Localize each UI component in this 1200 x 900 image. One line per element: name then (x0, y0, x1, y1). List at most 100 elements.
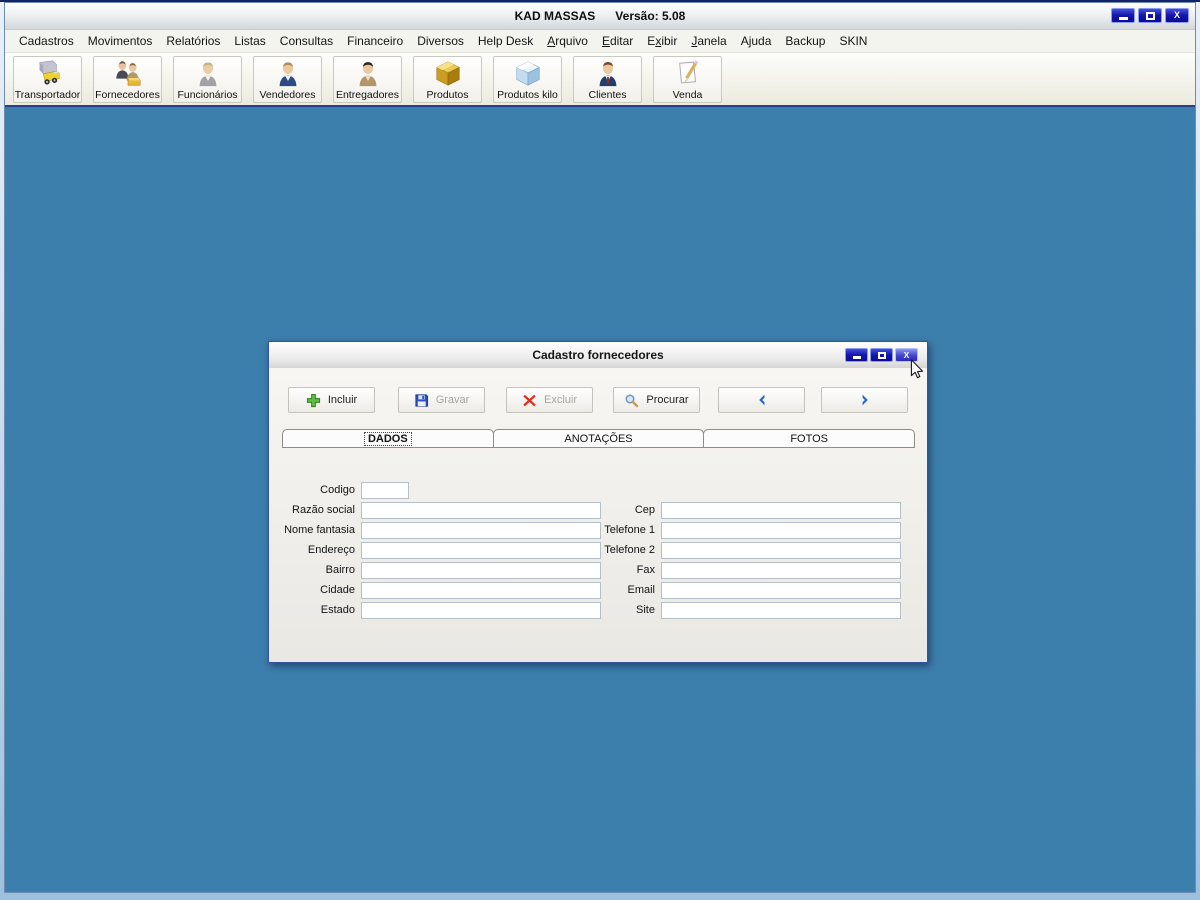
product-box-icon (433, 58, 463, 89)
next-button[interactable] (821, 387, 908, 413)
toolbar-button-produtos[interactable]: Produtos (413, 55, 482, 103)
mdi-area: Cadastro fornecedores X Incluir Gravar Exc… (5, 107, 1195, 892)
toolbar-button-funcionarios[interactable]: Funcionários (173, 55, 242, 103)
toolbar: Transportador Fornecedores Funcionários Ven… (5, 53, 1195, 105)
input-telefone-2[interactable] (661, 542, 901, 559)
menu-item-skin[interactable]: SKIN (832, 31, 874, 51)
window-frame: KAD MASSAS Versão: 5.08 X Cadastros Movim… (0, 2, 1200, 900)
dialog-body: Incluir Gravar Excluir Procurar DADOS ANOTAÇÕ… (269, 368, 927, 662)
tab-anotacoes[interactable]: ANOTAÇÕES (492, 429, 705, 448)
menu-item-movimentos[interactable]: Movimentos (81, 31, 160, 51)
tab-dados[interactable]: DADOS (282, 429, 494, 448)
minimize-button[interactable] (1111, 8, 1135, 23)
incluir-button[interactable]: Incluir (288, 387, 375, 413)
input-codigo[interactable] (361, 482, 409, 499)
input-bairro[interactable] (361, 562, 601, 579)
suppliers-icon (113, 58, 143, 89)
courier-icon (353, 58, 383, 89)
toolbar-button-vendedores[interactable]: Vendedores (253, 55, 322, 103)
toolbar-button-transportador[interactable]: Transportador (13, 55, 82, 103)
tab-label: ANOTAÇÕES (564, 432, 633, 445)
toolbar-button-label: Funcionários (177, 88, 238, 101)
input-endereco[interactable] (361, 542, 601, 559)
toolbar-button-clientes[interactable]: Clientes (573, 55, 642, 103)
chevron-right-icon (858, 393, 872, 407)
menu-item-janela[interactable]: Janela (684, 31, 733, 51)
input-cep[interactable] (661, 502, 901, 519)
delete-x-icon (522, 393, 537, 408)
minimize-icon (1118, 17, 1128, 20)
app-window: KAD MASSAS Versão: 5.08 X Cadastros Movim… (4, 2, 1196, 893)
menu-item-listas[interactable]: Listas (227, 31, 272, 51)
field-label-razao-social: Razão social (292, 504, 355, 516)
menu-item-financeiro[interactable]: Financeiro (340, 31, 410, 51)
toolbar-button-label: Produtos kilo (497, 88, 558, 101)
toolbar-button-label: Produtos (426, 88, 469, 101)
input-fax[interactable] (661, 562, 901, 579)
dialog-window-controls: X (845, 348, 918, 362)
menu-item-exibir[interactable]: Exibir (640, 31, 684, 51)
dialog-maximize-button[interactable] (870, 348, 893, 362)
maximize-icon (1145, 11, 1155, 20)
close-icon: X (903, 349, 910, 360)
previous-button[interactable] (718, 387, 805, 413)
menu-item-help-desk[interactable]: Help Desk (471, 31, 540, 51)
toolbar-button-fornecedores[interactable]: Fornecedores (93, 55, 162, 103)
menu-item-arquivo[interactable]: Arquivo (540, 31, 595, 51)
close-button[interactable]: X (1165, 8, 1189, 23)
field-label-fax: Fax (636, 564, 655, 576)
toolbar-button-label: Fornecedores (95, 88, 160, 101)
procurar-button-label: Procurar (646, 394, 689, 406)
menu-item-diversos[interactable]: Diversos (410, 31, 471, 51)
input-cidade[interactable] (361, 582, 601, 599)
tab-label: FOTOS (790, 432, 829, 445)
tab-label: DADOS (363, 431, 412, 446)
product-kilo-box-icon (513, 58, 543, 89)
menu-item-ajuda[interactable]: Ajuda (734, 31, 779, 51)
incluir-button-label: Incluir (327, 394, 358, 406)
salesperson-icon (273, 58, 303, 89)
field-label-endereco: Endereço (307, 544, 355, 556)
toolbar-button-label: Entregadores (335, 88, 400, 101)
input-nome-fantasia[interactable] (361, 522, 601, 539)
app-title: KAD MASSAS Versão: 5.08 (515, 9, 686, 23)
dialog-close-button[interactable]: X (895, 348, 918, 362)
menu-item-cadastros[interactable]: Cadastros (12, 31, 81, 51)
toolbar-button-label: Transportador (14, 88, 81, 101)
tab-bar: DADOS ANOTAÇÕES FOTOS (282, 429, 916, 448)
dialog-cadastro-fornecedores: Cadastro fornecedores X Incluir Gravar Exc… (268, 341, 928, 663)
client-icon (593, 58, 623, 89)
maximize-icon (877, 351, 886, 359)
menu-item-relatorios[interactable]: Relatórios (159, 31, 227, 51)
excluir-button-label: Excluir (543, 394, 577, 406)
toolbar-button-produtos-kilo[interactable]: Produtos kilo (493, 55, 562, 103)
tab-fotos[interactable]: FOTOS (703, 429, 916, 448)
field-label-site: Site (636, 604, 655, 616)
field-label-telefone-1: Telefone 1 (604, 524, 655, 536)
input-email[interactable] (661, 582, 901, 599)
menu-item-editar[interactable]: Editar (595, 31, 640, 51)
search-icon (624, 393, 639, 408)
menu-item-backup[interactable]: Backup (778, 31, 832, 51)
field-label-codigo: Codigo (320, 484, 355, 496)
input-estado[interactable] (361, 602, 601, 619)
app-titlebar[interactable]: KAD MASSAS Versão: 5.08 X (5, 3, 1195, 30)
gravar-button[interactable]: Gravar (398, 387, 485, 413)
input-razao-social[interactable] (361, 502, 601, 519)
field-label-telefone-2: Telefone 2 (604, 544, 655, 556)
menu-item-consultas[interactable]: Consultas (273, 31, 340, 51)
app-title-name: KAD MASSAS (514, 9, 596, 23)
dialog-minimize-button[interactable] (845, 348, 868, 362)
input-site[interactable] (661, 602, 901, 619)
minimize-icon (852, 356, 861, 359)
plus-icon (306, 393, 321, 408)
toolbar-button-entregadores[interactable]: Entregadores (333, 55, 402, 103)
maximize-button[interactable] (1138, 8, 1162, 23)
toolbar-button-venda[interactable]: Venda (653, 55, 722, 103)
toolbar-button-label: Vendedores (259, 88, 316, 101)
excluir-button[interactable]: Excluir (506, 387, 593, 413)
input-telefone-1[interactable] (661, 522, 901, 539)
sale-pencil-icon (673, 58, 703, 89)
procurar-button[interactable]: Procurar (613, 387, 700, 413)
dialog-titlebar[interactable]: Cadastro fornecedores X (269, 342, 927, 369)
